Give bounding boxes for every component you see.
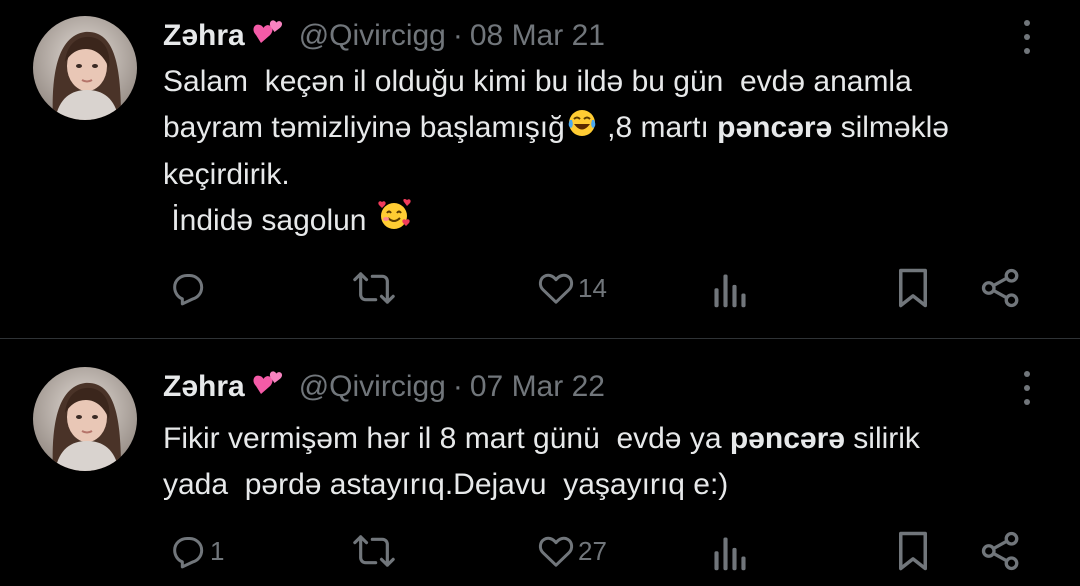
reply-button[interactable] (168, 266, 210, 310)
share-button[interactable] (980, 266, 1022, 310)
views-icon (714, 537, 746, 571)
avatar[interactable] (33, 16, 137, 120)
face-with-tears-of-joy-icon (567, 106, 597, 152)
tweet[interactable]: Zəhra @Qivircigg · 08 Mar 21 Salam keçən… (0, 0, 1080, 338)
author-handle[interactable]: @Qivircigg (299, 370, 446, 404)
tweet-text: Fikir vermişəm hər il 8 mart günü evdə y… (163, 416, 1053, 508)
tweet[interactable]: Zəhra @Qivircigg · 07 Mar 22 Fikir vermi… (0, 339, 1080, 586)
tweet-text-line: Salam keçən il olduğu kimi bu ildə bu gü… (163, 65, 912, 98)
smiling-face-with-hearts-icon (377, 199, 411, 245)
like-count: 14 (578, 272, 607, 303)
tweet-text: Salam keçən il olduğu kimi bu ildə bu gü… (163, 59, 1053, 245)
bookmark-button[interactable] (894, 529, 932, 573)
tweet-header: Zəhra @Qivircigg · 08 Mar 21 (163, 18, 605, 54)
tweet-date[interactable]: 08 Mar 21 (470, 19, 605, 53)
more-options-icon[interactable] (1022, 371, 1032, 405)
reply-count: 1 (210, 535, 225, 566)
bookmark-icon (899, 268, 927, 308)
reply-button[interactable]: 1 (168, 529, 224, 573)
tweet-text-fragment: İndidə sagolun (163, 204, 375, 238)
like-button[interactable]: 14 (536, 266, 607, 310)
like-button[interactable]: 27 (536, 529, 607, 573)
reply-icon (173, 537, 204, 569)
retweet-icon (353, 272, 395, 304)
author-name[interactable]: Zəhra (163, 370, 245, 404)
share-icon (981, 531, 1019, 571)
reply-icon (173, 274, 204, 306)
separator-dot: · (452, 19, 463, 52)
tweet-text-fragment: ,8 martı (598, 111, 718, 144)
views-button[interactable] (712, 531, 750, 575)
author-name[interactable]: Zəhra (163, 19, 245, 53)
views-button[interactable] (712, 268, 750, 312)
retweet-icon (353, 535, 395, 567)
tweet-text-line: İndidə sagolun (163, 198, 1053, 245)
tweet-feed: Zəhra @Qivircigg · 08 Mar 21 Salam keçən… (0, 0, 1080, 586)
more-options-icon[interactable] (1022, 20, 1032, 54)
tweet-header: Zəhra @Qivircigg · 07 Mar 22 (163, 369, 605, 405)
tweet-date[interactable]: 07 Mar 22 (470, 370, 605, 404)
tweet-text-line: Fikir vermişəm hər il 8 mart günü evdə y… (163, 416, 1053, 462)
tweet-text-fragment: bayram təmizliyinə başlamışığ (163, 111, 565, 144)
tweet-text-fragment: silməklə (832, 111, 949, 144)
tweet-text-line: keçirdirik. (163, 158, 290, 192)
author-handle[interactable]: @Qivircigg (299, 19, 446, 53)
two-hearts-icon (251, 368, 285, 406)
avatar[interactable] (33, 367, 137, 471)
share-button[interactable] (980, 529, 1022, 573)
retweet-button[interactable] (352, 266, 398, 310)
highlighted-keyword: pəncərə (729, 422, 845, 455)
highlighted-keyword: pəncərə (717, 111, 833, 144)
tweet-text-fragment: Fikir vermişəm hər il 8 mart günü evdə y… (163, 422, 730, 455)
heart-icon (538, 536, 574, 567)
tweet-text-fragment: silirik (844, 422, 920, 455)
heart-icon (538, 273, 574, 304)
separator-dot: · (452, 370, 463, 403)
bookmark-icon (899, 531, 927, 571)
share-icon (981, 268, 1019, 308)
like-count: 27 (578, 535, 607, 566)
tweet-text-line: bayram təmizliyinə başlamışığ ,8 martı p… (163, 105, 1053, 152)
two-hearts-icon (251, 17, 285, 55)
tweet-text-line: yada pərdə astayırıq.Dejavu yaşayırıq e:… (163, 468, 729, 501)
views-icon (714, 274, 746, 308)
retweet-button[interactable] (352, 529, 398, 573)
bookmark-button[interactable] (894, 266, 932, 310)
